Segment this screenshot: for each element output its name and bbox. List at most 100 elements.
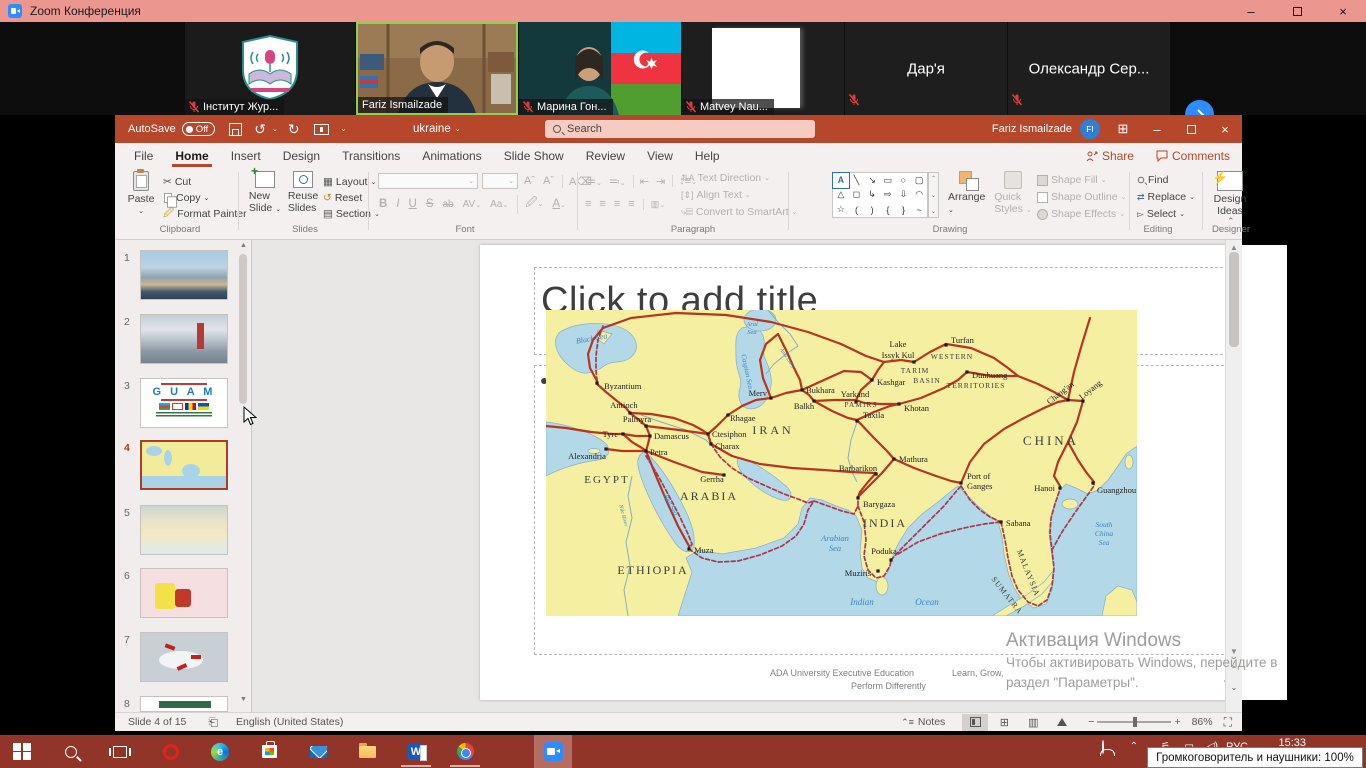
menu-tab-review[interactable]: Review: [575, 143, 636, 168]
zoom-slider[interactable]: [1097, 721, 1171, 722]
share-button[interactable]: Share: [1086, 149, 1134, 163]
zoom-minimize-button[interactable]: –: [1228, 0, 1274, 22]
shape-glyph[interactable]: ↳: [864, 188, 880, 203]
slide-thumbnail-5[interactable]: 5: [140, 505, 230, 555]
autosave-toggle[interactable]: Off: [182, 122, 216, 136]
quick-styles-button[interactable]: QuickStyles ⌄: [993, 171, 1033, 215]
slide-thumbnail-panel[interactable]: ▲ ▼ 123G U A M45678: [115, 240, 252, 712]
shape-glyph[interactable]: }: [896, 202, 912, 217]
slide-thumbnail-3[interactable]: 3G U A M: [140, 378, 230, 428]
slide-thumbnail-4[interactable]: 4: [140, 440, 230, 490]
zoom-close-button[interactable]: ×: [1320, 0, 1366, 22]
document-title-dropdown[interactable]: ⌄: [455, 125, 461, 133]
participant-tile-fariz[interactable]: Fariz Ismailzade: [356, 22, 518, 115]
shape-glyph[interactable]: {: [880, 202, 896, 217]
save-button[interactable]: [229, 123, 242, 136]
taskbar-search-icon[interactable]: [54, 738, 88, 765]
next-slide-button[interactable]: ⌄: [1228, 680, 1240, 694]
font-name-combobox[interactable]: ⌄: [378, 173, 478, 189]
shape-glyph[interactable]: △: [833, 188, 849, 203]
menu-tab-help[interactable]: Help: [684, 143, 731, 168]
shape-glyph[interactable]: (: [849, 202, 865, 217]
chrome-icon[interactable]: [448, 738, 482, 765]
shape-glyph[interactable]: ☆: [833, 202, 849, 217]
participant-tile-oleksandr[interactable]: Олександр Сер...: [1008, 22, 1170, 115]
shape-glyph[interactable]: ○: [896, 173, 912, 188]
shape-glyph[interactable]: ◻: [849, 188, 865, 203]
document-title[interactable]: ukraine: [413, 123, 451, 135]
menu-tab-animations[interactable]: Animations: [411, 143, 492, 168]
main-vertical-scrollbar[interactable]: ▲ ▼ ⌃ ⌄: [1225, 240, 1242, 712]
reuse-slides-button[interactable]: ReuseSlides: [283, 171, 323, 214]
language-indicator[interactable]: English (United States): [236, 716, 343, 728]
scrollbar-thumb[interactable]: [1229, 252, 1239, 347]
silk-road-map-image[interactable]: ByzantiumAntiochPalmyraTyreDamascusPetra…: [546, 310, 1137, 616]
shape-glyph[interactable]: ◠: [911, 188, 927, 203]
section-button[interactable]: ▤Section⌄: [323, 206, 380, 222]
shape-glyph[interactable]: ⇨: [880, 188, 896, 203]
slide-thumbnail-7[interactable]: 7: [140, 632, 230, 682]
shape-glyph[interactable]: ╲: [849, 173, 865, 188]
arrange-button[interactable]: Arrange ⌄: [948, 171, 988, 215]
zoom-in-button[interactable]: +: [1174, 716, 1180, 728]
shape-fill-button[interactable]: Shape Fill⌄: [1037, 172, 1107, 188]
mail-icon[interactable]: [301, 738, 335, 765]
redo-button[interactable]: ↻: [288, 121, 300, 138]
zoom-maximize-button[interactable]: [1274, 0, 1320, 22]
ppt-restore-button[interactable]: [1174, 122, 1208, 137]
fit-to-window-button[interactable]: ⛶: [1224, 715, 1232, 730]
shape-glyph[interactable]: ): [864, 202, 880, 217]
undo-button[interactable]: ↺: [254, 121, 266, 138]
ppt-minimize-button[interactable]: –: [1140, 122, 1174, 137]
menu-tab-home[interactable]: Home: [164, 143, 219, 168]
slide-thumbnail-2[interactable]: 2: [140, 314, 230, 364]
format-painter-button[interactable]: 🖉Format Painter: [163, 206, 247, 222]
participant-tile-institute[interactable]: Інститут Жур...: [185, 22, 355, 115]
zoom-taskbar-icon[interactable]: [536, 738, 570, 765]
menu-tab-transitions[interactable]: Transitions: [331, 143, 411, 168]
normal-view-button[interactable]: [962, 714, 988, 731]
slide-indicator[interactable]: Slide 4 of 15: [128, 716, 186, 728]
shape-outline-button[interactable]: Shape Outline⌄: [1037, 189, 1126, 205]
text-direction-button[interactable]: ⇅AText Direction⌄: [681, 170, 770, 186]
slide-thumbnail-6[interactable]: 6: [140, 568, 230, 618]
slide-thumbnail-1[interactable]: 1: [140, 250, 230, 300]
slide-sorter-view-button[interactable]: ⊞: [991, 714, 1017, 731]
people-tray-icon[interactable]: [1102, 741, 1104, 753]
select-button[interactable]: ▻Select⌄: [1137, 206, 1185, 222]
microsoft-store-icon[interactable]: [252, 738, 286, 765]
shape-glyph[interactable]: ~: [911, 202, 927, 217]
new-slide-button[interactable]: NewSlide ⌄: [245, 171, 285, 214]
menu-tab-file[interactable]: File: [123, 143, 164, 168]
cut-button[interactable]: ✂Cut: [163, 174, 191, 190]
comments-button[interactable]: Comments: [1156, 149, 1230, 163]
accessibility-icon[interactable]: ⎗: [208, 715, 218, 730]
menu-tab-insert[interactable]: Insert: [220, 143, 272, 168]
alignment-buttons[interactable]: ≡≡≡≡▥⌄: [585, 196, 665, 212]
notes-button[interactable]: ⌃≡Notes: [901, 716, 945, 728]
replace-button[interactable]: ⇄Replace⌄: [1137, 189, 1195, 205]
start-slideshow-button[interactable]: [314, 124, 329, 135]
align-text-button[interactable]: [⇕]Align Text⌄: [681, 187, 751, 203]
font-size-buttons[interactable]: AˆAˇA⌫: [524, 173, 592, 189]
slideshow-view-button[interactable]: [1049, 714, 1075, 731]
convert-smartart-button[interactable]: ⤷▤Convert to SmartArt⌄: [681, 204, 798, 220]
menu-tab-design[interactable]: Design: [272, 143, 331, 168]
menu-tab-view[interactable]: View: [636, 143, 684, 168]
reset-button[interactable]: ↺Reset: [323, 190, 362, 206]
menu-tab-slide-show[interactable]: Slide Show: [493, 143, 575, 168]
zoom-percentage[interactable]: 86%: [1192, 716, 1213, 728]
tray-expand-chevron[interactable]: ⌃: [1130, 741, 1138, 752]
opera-icon[interactable]: [154, 738, 188, 765]
font-size-combobox[interactable]: ⌄: [482, 173, 518, 189]
task-view-icon[interactable]: [103, 738, 137, 765]
start-button[interactable]: [5, 738, 39, 765]
ribbon-display-options-button[interactable]: ⊞: [1106, 121, 1140, 137]
participant-tile-marina[interactable]: Марина Гон...: [519, 22, 681, 115]
slide-thumbnail-8[interactable]: 8: [140, 696, 230, 712]
zoom-slider-handle[interactable]: [1133, 717, 1137, 727]
shape-glyph[interactable]: ⇩: [896, 188, 912, 203]
edge-icon[interactable]: e: [203, 738, 237, 765]
file-explorer-icon[interactable]: [350, 738, 384, 765]
design-ideas-button[interactable]: DesignIdeas: [1207, 171, 1253, 217]
